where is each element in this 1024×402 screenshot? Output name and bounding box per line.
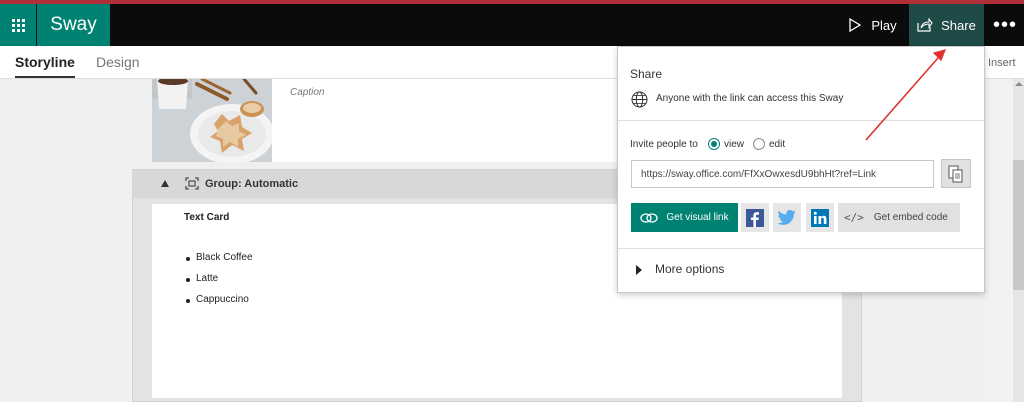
scroll-up-icon[interactable] — [1015, 82, 1023, 86]
tab-design[interactable]: Design — [96, 54, 140, 70]
play-button[interactable]: Play — [838, 4, 908, 46]
code-icon: </> — [844, 211, 864, 224]
copy-icon — [948, 165, 963, 182]
embed-label: Get embed code — [873, 212, 948, 223]
linkedin-share-button[interactable] — [806, 203, 834, 232]
invite-label: Invite people to — [630, 139, 698, 150]
app-launcher-button[interactable] — [0, 4, 36, 46]
scrollbar-thumb[interactable] — [1013, 160, 1024, 290]
twitter-share-button[interactable] — [773, 203, 801, 232]
more-options-button[interactable]: ••• — [986, 4, 1024, 46]
view-radio[interactable] — [708, 138, 720, 150]
more-options-toggle[interactable]: More options — [655, 262, 724, 276]
waffle-icon — [11, 18, 25, 32]
share-label: Share — [941, 17, 976, 33]
copy-link-button[interactable] — [941, 159, 971, 188]
view-radio-label[interactable]: view — [724, 139, 744, 150]
get-visual-link-button[interactable]: Get visual link — [631, 203, 738, 232]
divider — [618, 120, 984, 121]
share-icon — [917, 18, 933, 32]
bullet-list: Black Coffee Latte Cappuccino — [184, 252, 253, 315]
expand-triangle-icon[interactable] — [636, 265, 642, 275]
group-label: Group: Automatic — [205, 178, 299, 190]
image-card-photo[interactable] — [152, 79, 272, 162]
text-card-title[interactable]: Text Card — [184, 212, 229, 223]
insert-button[interactable]: Insert — [988, 57, 1016, 69]
top-app-bar: Sway Play Share ••• — [0, 4, 1024, 46]
play-icon — [849, 18, 862, 32]
link-icon — [640, 212, 659, 223]
linkedin-icon — [811, 208, 829, 227]
edit-radio[interactable] — [753, 138, 765, 150]
app-title[interactable]: Sway — [37, 4, 110, 46]
edit-radio-label[interactable]: edit — [769, 139, 785, 150]
coffee-cookies-image — [152, 79, 272, 162]
share-panel-title: Share — [630, 67, 663, 81]
group-icon — [185, 177, 199, 190]
collapse-triangle-icon[interactable] — [161, 180, 169, 187]
globe-icon — [631, 91, 648, 108]
share-link-field[interactable]: https://sway.office.com/FfXxOwxesdU9bhHt… — [631, 160, 934, 188]
list-item[interactable]: Latte — [184, 273, 253, 294]
tab-storyline[interactable]: Storyline — [15, 54, 75, 78]
facebook-share-button[interactable] — [741, 203, 769, 232]
get-embed-code-button[interactable]: </> Get embed code — [838, 203, 960, 232]
play-label: Play — [871, 17, 897, 33]
divider — [618, 248, 984, 249]
list-item[interactable]: Cappuccino — [184, 294, 253, 315]
list-item[interactable]: Black Coffee — [184, 252, 253, 273]
access-description: Anyone with the link can access this Swa… — [656, 93, 844, 104]
visual-link-label: Get visual link — [666, 212, 729, 223]
caption-placeholder[interactable]: Caption — [290, 87, 324, 98]
twitter-icon — [778, 210, 796, 225]
facebook-icon — [746, 208, 764, 227]
share-button[interactable]: Share — [909, 4, 984, 46]
